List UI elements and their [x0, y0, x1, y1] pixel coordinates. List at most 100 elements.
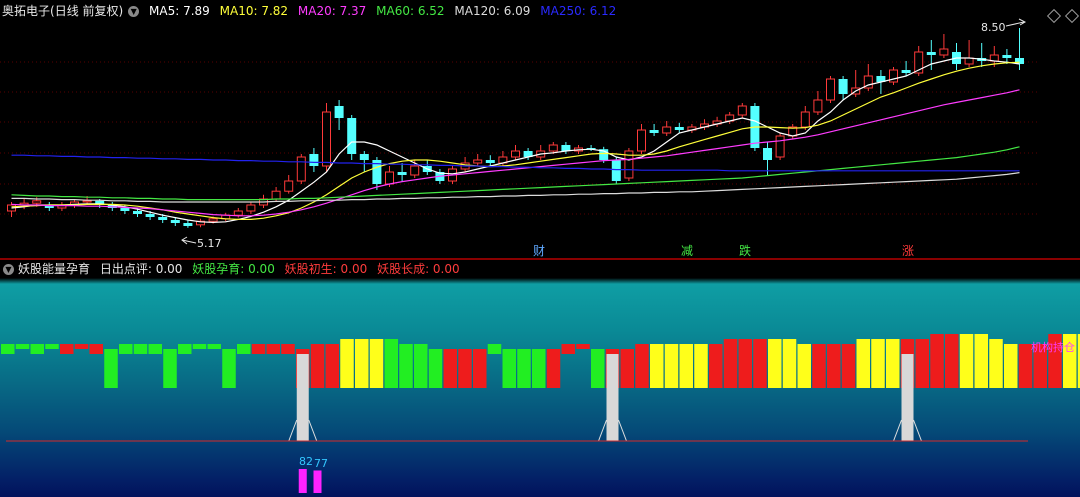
indicator-bar	[1004, 344, 1018, 388]
event-markers: 财 减 跌 涨	[533, 243, 914, 258]
candle-body	[473, 159, 483, 164]
magenta-bar	[298, 469, 307, 493]
price-chart-panel[interactable]: 奥拓电子(日线 前复权) ▼ MA5: 7.89 MA10: 7.82 MA20:…	[0, 0, 1080, 258]
indicator-bar	[428, 349, 443, 388]
indicator-bar	[532, 349, 546, 388]
candle-body	[385, 171, 394, 185]
candle	[674, 122, 684, 133]
indicator-panel[interactable]: ▼ 妖股能量孕育 日出点评: 0.00 妖股孕育: 0.00 妖股初生: 0.00…	[0, 260, 1080, 497]
candle-body	[397, 172, 407, 175]
candle-body	[133, 211, 142, 214]
candle	[624, 148, 634, 181]
candle-body	[826, 78, 835, 101]
candle-body	[662, 126, 672, 134]
signal-pillar-body	[901, 354, 914, 441]
value-label-77: 77	[314, 457, 328, 470]
candle-body	[296, 156, 306, 182]
signal-pillar-leg	[913, 419, 922, 442]
indicator-bar	[355, 339, 369, 388]
candle	[838, 76, 848, 100]
candle-body	[548, 144, 558, 152]
candle	[737, 103, 747, 118]
indicator-bar	[812, 344, 826, 388]
candle	[977, 43, 987, 67]
candle	[70, 199, 79, 208]
candle-body	[611, 160, 621, 181]
signal-pillar-body	[296, 354, 309, 441]
indicator-bar	[458, 349, 472, 388]
institution-holding-label: 机构持仓	[1031, 340, 1075, 354]
candle-body	[347, 118, 357, 154]
indicator-bar	[251, 344, 266, 354]
indicator-bar	[222, 349, 236, 388]
candle-body	[246, 204, 256, 212]
candle-body	[284, 180, 294, 192]
indicator-bar	[635, 344, 649, 388]
indicator-bar	[384, 339, 398, 388]
indicator-bar	[782, 339, 797, 388]
event-marker-jian[interactable]: 减	[681, 244, 693, 258]
candle	[183, 220, 193, 228]
indicator-bar	[886, 339, 900, 388]
candle	[712, 116, 722, 127]
candle-body	[208, 218, 218, 222]
candle-body	[233, 210, 243, 216]
signal-pillar-leg	[893, 419, 902, 442]
candle-body	[737, 105, 747, 116]
indicator-bar	[443, 349, 457, 388]
candle	[649, 124, 659, 136]
candle-body	[271, 190, 281, 200]
candlestick-chart[interactable]: 8.50 5.17 财 减 跌 涨	[0, 0, 1080, 258]
event-marker-zhang[interactable]: 涨	[902, 243, 914, 258]
candle-body	[674, 127, 684, 130]
event-marker-cai[interactable]: 财	[533, 244, 545, 258]
candle-body	[838, 79, 848, 94]
indicator-bar	[369, 339, 384, 388]
indicator-bar	[709, 344, 723, 388]
candle-body	[775, 135, 785, 158]
signal-pillar-body	[606, 354, 619, 441]
candle-body	[120, 208, 130, 211]
candle	[536, 145, 546, 160]
candle	[372, 157, 382, 190]
indicator-bar	[310, 344, 325, 388]
indicator-bar	[281, 344, 295, 354]
candle	[775, 133, 785, 160]
candle-body	[170, 220, 180, 223]
indicator-bar	[768, 339, 782, 388]
event-marker-die[interactable]: 跌	[739, 243, 751, 258]
indicator-bar	[576, 344, 590, 349]
candle	[662, 121, 672, 136]
indicator-bar	[207, 344, 221, 349]
indicator-bar	[827, 344, 841, 388]
indicator-bar	[266, 344, 280, 354]
candle	[952, 43, 961, 70]
candle	[763, 142, 772, 175]
candle	[800, 106, 810, 130]
candle	[561, 142, 571, 154]
candle	[485, 155, 495, 166]
indicator-chart[interactable]: 82 77 机构持仓	[0, 260, 1080, 497]
indicator-bar	[325, 344, 339, 388]
indicator-bar	[723, 339, 738, 388]
indicator-bar	[1, 344, 15, 354]
candle-body	[82, 200, 92, 203]
indicator-bar	[959, 334, 974, 388]
candle-body	[309, 154, 319, 166]
candle	[511, 145, 520, 160]
candle	[901, 61, 911, 76]
signal-pillar-leg	[288, 419, 298, 442]
candle	[473, 154, 483, 166]
indicator-bar	[915, 339, 929, 388]
candle	[196, 218, 205, 228]
candle	[334, 100, 344, 130]
candle-body	[800, 111, 810, 128]
indicator-bar	[945, 334, 959, 388]
indicator-bar	[15, 344, 30, 349]
candle	[309, 148, 319, 172]
indicator-bar	[989, 339, 1003, 388]
candle	[700, 119, 709, 130]
indicator-bar	[650, 344, 664, 388]
candle-body	[145, 214, 155, 217]
candle	[826, 76, 835, 103]
